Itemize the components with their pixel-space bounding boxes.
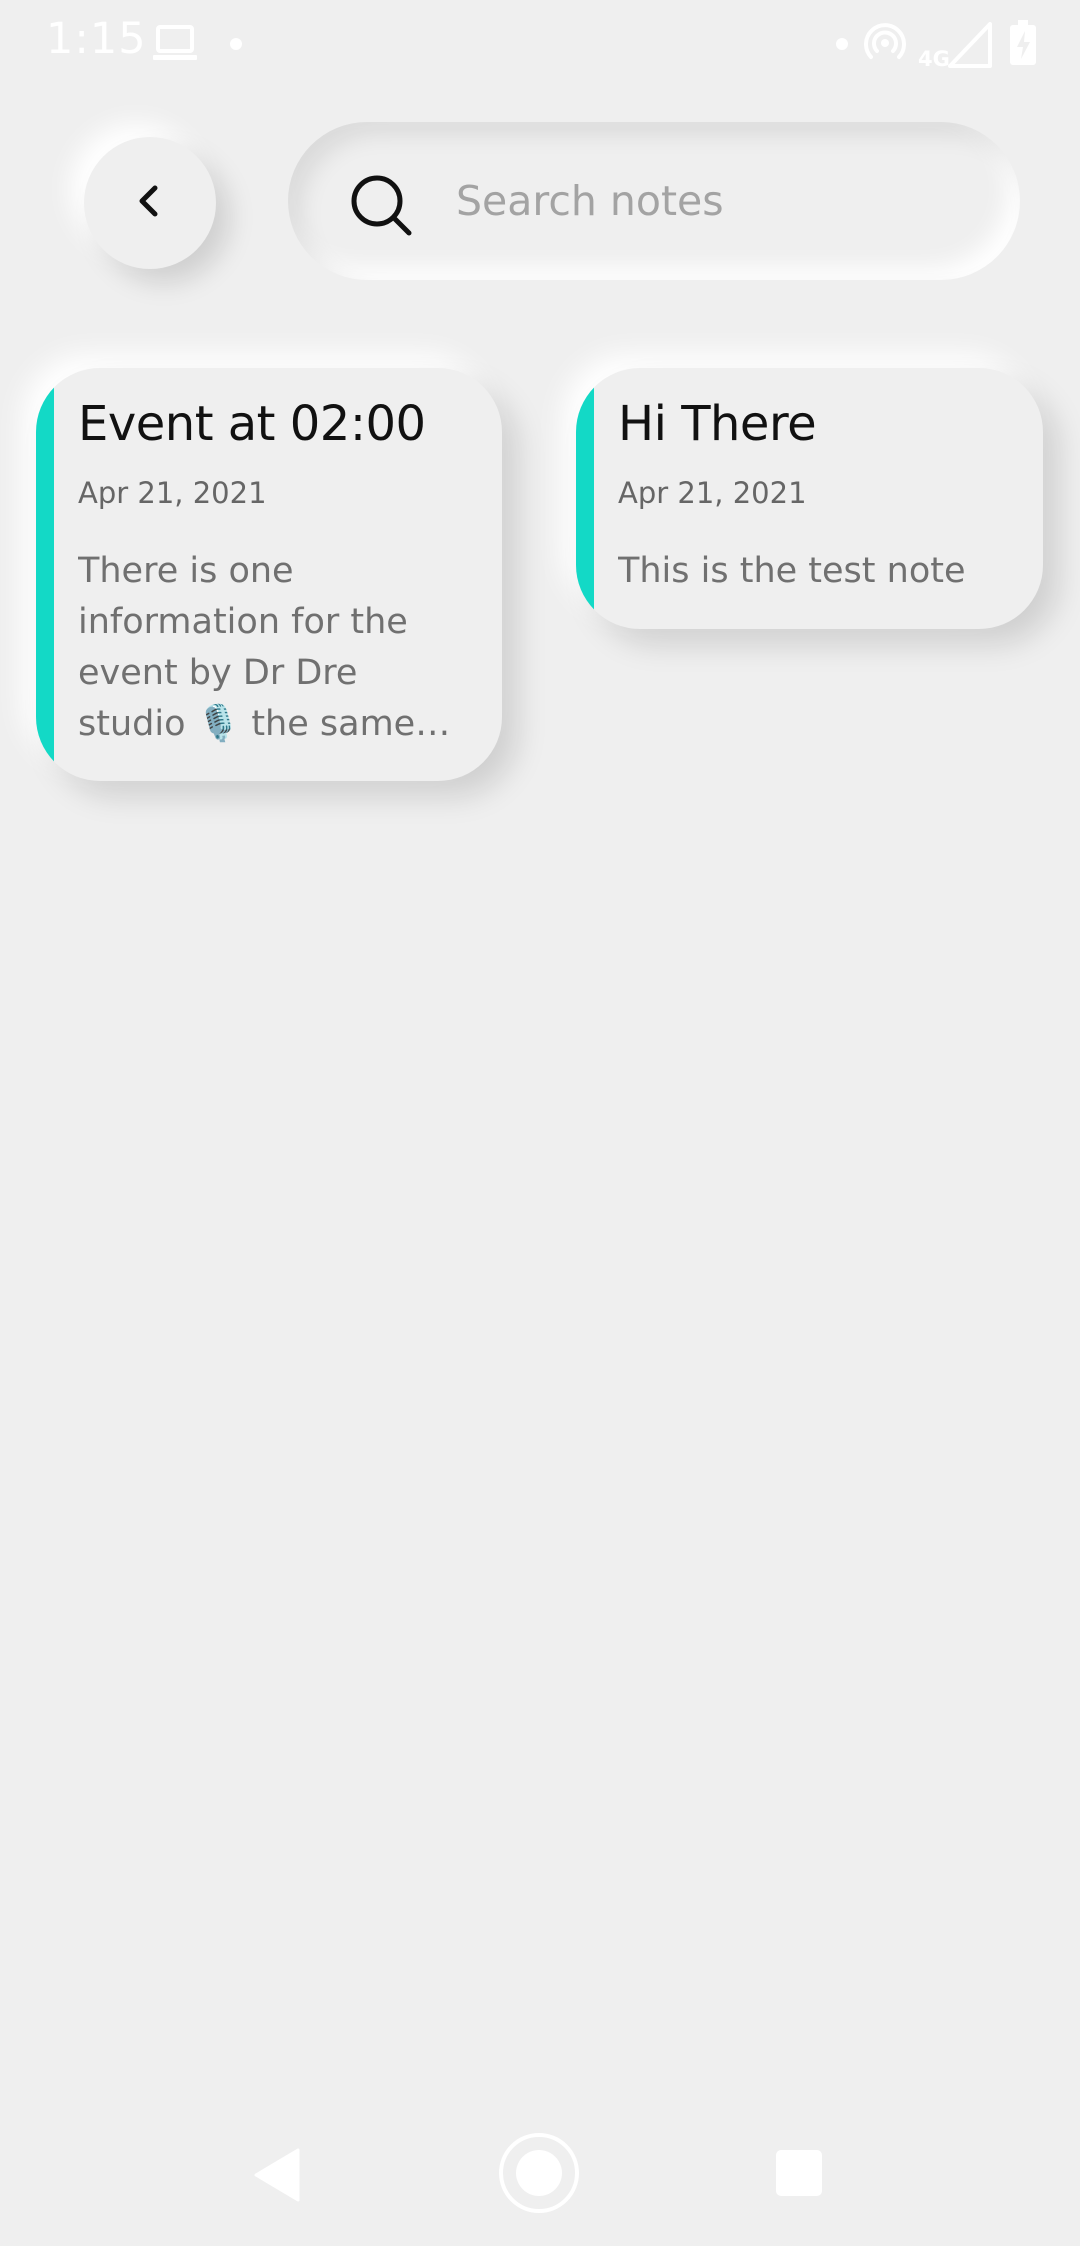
search-input[interactable] (456, 161, 976, 241)
status-bar: 1:15 4G (0, 0, 1080, 88)
note-accent-bar (576, 368, 594, 629)
notification-dot-icon (230, 38, 242, 50)
status-time: 1:15 (46, 14, 147, 64)
note-title: Hi There (618, 396, 817, 452)
laptop-icon (153, 24, 197, 66)
home-icon (516, 2150, 562, 2196)
note-accent-bar (36, 368, 54, 781)
chevron-left-icon (130, 181, 170, 225)
hotspot-icon (864, 22, 906, 68)
battery-charging-icon (1008, 20, 1038, 70)
note-title: Event at 02:00 (78, 396, 426, 452)
note-date: Apr 21, 2021 (618, 476, 807, 510)
nav-back-icon[interactable] (252, 2148, 300, 2206)
nav-recents-button[interactable] (776, 2150, 822, 2196)
note-card[interactable]: Hi There Apr 21, 2021 This is the test n… (576, 368, 1043, 629)
network-type-label: 4G (918, 47, 950, 68)
note-date: Apr 21, 2021 (78, 476, 267, 510)
note-preview: This is the test note (618, 551, 966, 591)
back-button[interactable] (84, 137, 216, 269)
notification-dot-icon (836, 38, 848, 50)
signal-icon: 4G (918, 22, 994, 72)
search-icon (350, 174, 414, 242)
note-preview: There is one information for the event b… (78, 551, 416, 744)
search-bar[interactable] (288, 122, 1020, 280)
nav-home-button[interactable] (499, 2133, 579, 2213)
note-card[interactable]: Event at 02:00 Apr 21, 2021 There is one… (36, 368, 502, 781)
